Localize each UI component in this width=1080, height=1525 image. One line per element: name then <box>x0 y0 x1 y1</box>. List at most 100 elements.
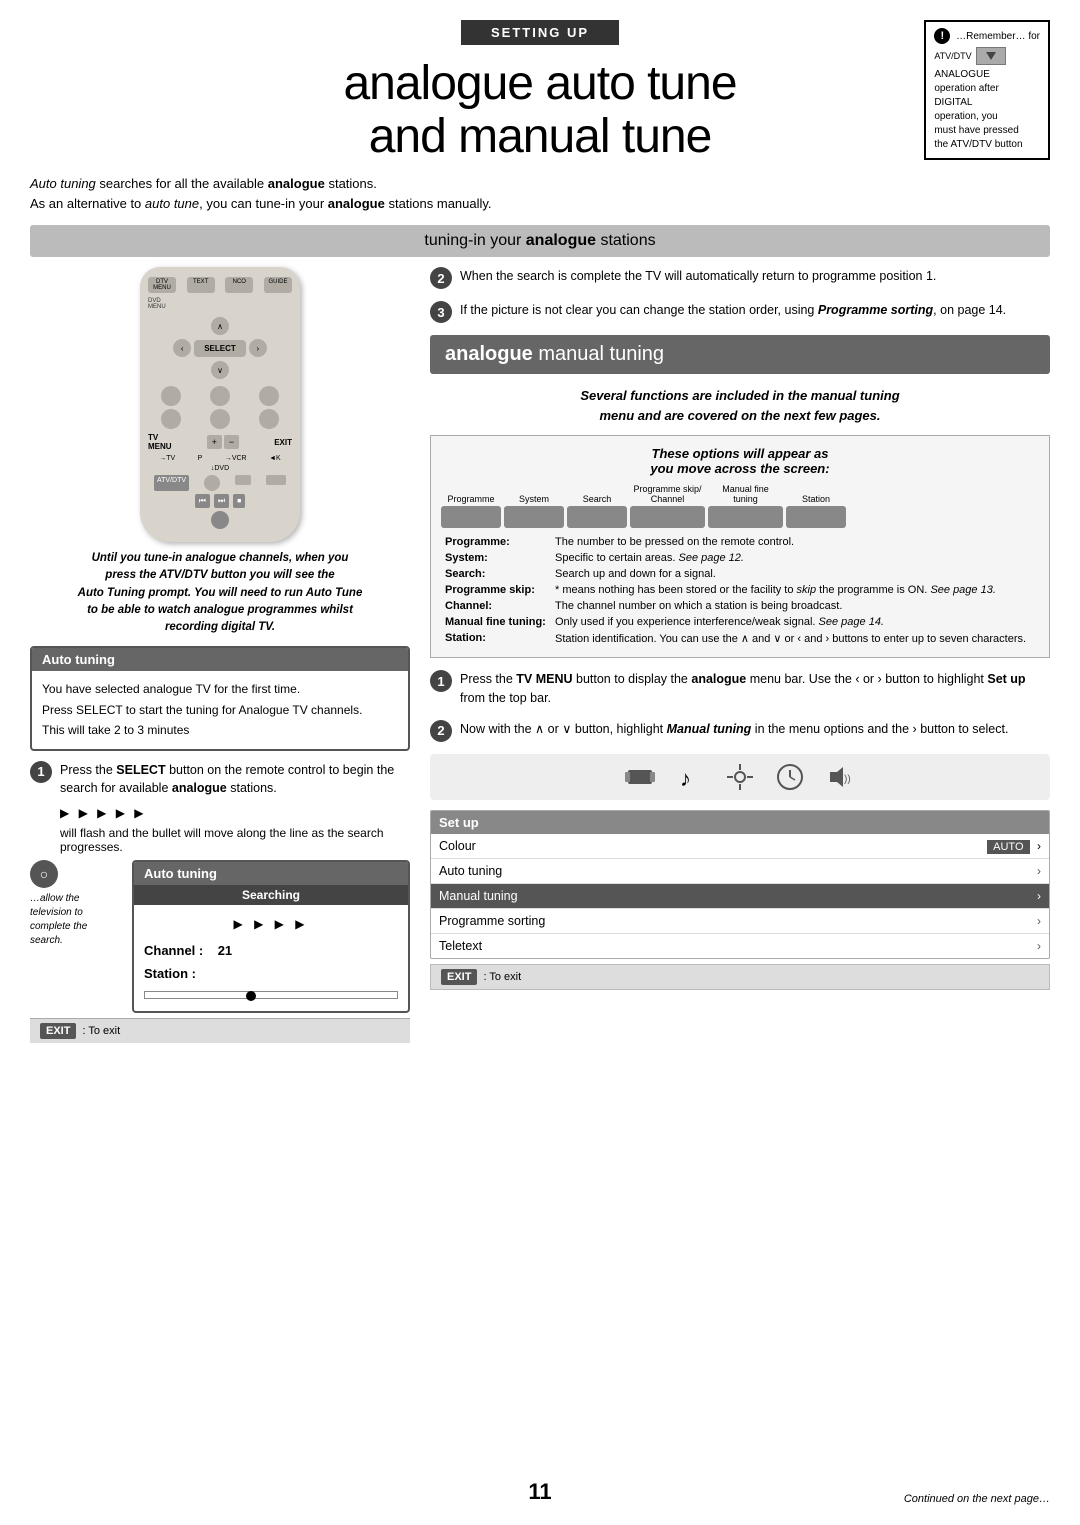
nav-down-row: ∨ <box>211 361 229 379</box>
auto-tuning-header: Auto tuning <box>32 648 408 671</box>
remote-text-btn: TEXT <box>187 277 215 293</box>
italic-line3: Auto Tuning prompt. You will need to run… <box>30 585 410 602</box>
menu-block-programme <box>441 506 501 528</box>
title-analogue: analogue auto tune <box>343 57 736 110</box>
remote-bot-btn <box>148 511 292 529</box>
table-row: Search: Search up and down for a signal. <box>441 566 1039 582</box>
searching-body: ▶ ▶ ▶ ▶ Channel : 21 Station : <box>134 905 408 1011</box>
remote-btn-3[interactable] <box>259 386 279 406</box>
station-key: Station : <box>144 966 196 981</box>
title-manual: and manual tune <box>369 110 712 163</box>
searching-outer-header: Auto tuning <box>134 862 408 885</box>
analogue-bold-label: analogue <box>445 343 533 365</box>
italic-note: Until you tune-in analogue channels, whe… <box>30 550 410 636</box>
remote-center-btn[interactable] <box>211 511 229 529</box>
opt-label-station: Station: <box>441 630 551 647</box>
opt-text-manualfine: Only used if you experience interference… <box>551 614 1039 630</box>
bullet-arrows: ▶ ▶ ▶ ▶ ▶ <box>60 806 410 820</box>
colour-value-area: AUTO › <box>987 839 1041 853</box>
select-bold: SELECT <box>116 763 165 777</box>
arrow-right-manualtuning: › <box>1037 889 1041 903</box>
table-row: Channel: The channel number on which a s… <box>441 598 1039 614</box>
searching-outer: ○ …allow the television to complete the … <box>30 860 410 1013</box>
arrow-right-colour: › <box>1037 839 1041 853</box>
autotuning-label: Auto tuning <box>439 864 502 878</box>
right-step2-row: 2 When the search is complete the TV wil… <box>430 267 1050 289</box>
remember-text: …Remember… for <box>956 31 1040 42</box>
searching-inner-header: Searching <box>134 885 408 905</box>
manual-step2-circle: 2 <box>430 720 452 742</box>
opt-label-search: Search: <box>441 566 551 582</box>
exit-text-right: : To exit <box>483 971 521 983</box>
menu-label-manualfine: Manual finetuning <box>722 484 769 504</box>
remote-btn-2[interactable] <box>210 386 230 406</box>
intro-start2: As an alternative to <box>30 196 145 211</box>
opt-text-search: Search up and down for a signal. <box>551 566 1039 582</box>
right-step3-row: 3 If the picture is not clear you can ch… <box>430 301 1050 323</box>
menu-block-station <box>786 506 846 528</box>
nav-right-arrow[interactable]: › <box>249 339 267 357</box>
auto-line2: Press SELECT to start the tuning for Ana… <box>42 700 398 720</box>
opt-text-station: Station identification. You can use the … <box>551 630 1039 647</box>
nav-down-arrow[interactable]: ∨ <box>211 361 229 379</box>
right-column: 2 When the search is complete the TV wil… <box>430 267 1050 1043</box>
remote-btn-4[interactable] <box>161 409 181 429</box>
remote-wide-btn[interactable] <box>266 475 286 485</box>
remote-fwd-btn[interactable]: ⏭ <box>214 494 229 508</box>
remote-vol-label: ◄K <box>269 455 281 462</box>
icons-row: ♪ )) <box>430 754 1050 800</box>
remote-stop-btn[interactable]: ⏹ <box>233 494 245 508</box>
exclamation-icon: ! <box>934 28 950 44</box>
progress-bullet <box>246 991 256 1001</box>
remember-box: ! …Remember… for ATV/DTV ANALOGUE operat… <box>924 20 1050 160</box>
intro-end2: stations manually. <box>385 196 492 211</box>
remote-btn-1[interactable] <box>161 386 181 406</box>
remote-round-btn[interactable] <box>204 475 220 491</box>
remote-play-btn[interactable]: ⏮ <box>195 494 210 508</box>
prog-sort-italic: Programme sorting <box>818 303 933 317</box>
nav-select-btn[interactable]: SELECT <box>194 340 246 357</box>
nav-left-arrow[interactable]: ‹ <box>173 339 191 357</box>
remote-atv-btn[interactable]: ATV/DTV <box>154 475 189 491</box>
setup-menu-progsorting[interactable]: Programme sorting › <box>431 909 1049 934</box>
menu-block-system <box>504 506 564 528</box>
exit-badge-right: EXIT <box>441 969 477 985</box>
icon-film <box>625 762 655 792</box>
remote-btn-5[interactable] <box>210 409 230 429</box>
auto-tuning-box: Auto tuning You have selected analogue T… <box>30 646 410 750</box>
manual-note-line2: menu and are covered on the next few pag… <box>430 406 1050 426</box>
menu-bar-row: Programme System Search Programme skip/C… <box>441 484 1039 528</box>
remote-rect-btn[interactable] <box>235 475 251 485</box>
setup-menu: Set up Colour AUTO › Auto tuning › Manua… <box>430 810 1050 959</box>
searching-circle: ○ <box>30 860 58 888</box>
auto-line1: You have selected analogue TV for the fi… <box>42 679 398 699</box>
menu-block-progskip <box>630 506 705 528</box>
remote-minus-btn[interactable]: − <box>224 435 239 449</box>
remote-atv-row: ATV/DTV <box>148 475 292 491</box>
opt-label-manualfine: Manual fine tuning: <box>441 614 551 630</box>
manual-step1-row: 1 Press the TV MENU button to display th… <box>430 670 1050 708</box>
remote-plus-btn[interactable]: + <box>207 435 222 449</box>
nav-up-arrow[interactable]: ∧ <box>211 317 229 335</box>
remote-nco-btn: NCO <box>225 277 253 293</box>
setup-menu-autotuning[interactable]: Auto tuning › <box>431 859 1049 884</box>
tuning-banner: tuning-in your analogue stations <box>30 225 1050 257</box>
manual-tuning-label: manual tuning <box>538 343 664 365</box>
setup-menu-colour[interactable]: Colour AUTO › <box>431 834 1049 859</box>
page-number: 11 <box>528 1479 551 1505</box>
manual-note-line1: Several functions are included in the ma… <box>430 386 1050 406</box>
remote-dvd-label2: ↓DVD <box>211 465 229 472</box>
intro-italic: Auto tuning <box>30 176 96 191</box>
remote-exit-label: EXIT <box>274 438 292 447</box>
progsorting-label: Programme sorting <box>439 914 545 928</box>
searching-box: Auto tuning Searching ▶ ▶ ▶ ▶ Channel : … <box>132 860 410 1013</box>
remote-dtv-btn: DTVMENU <box>148 277 176 293</box>
manual-step1-text: Press the TV MENU button to display the … <box>460 670 1050 708</box>
setup-menu-manualtuning[interactable]: Manual tuning › <box>431 884 1049 909</box>
setup-menu-teletext[interactable]: Teletext › <box>431 934 1049 958</box>
triangle-icon <box>986 52 996 60</box>
remote-btn-6[interactable] <box>259 409 279 429</box>
menu-item-manualfine: Manual finetuning <box>708 484 783 528</box>
manualtuning-label: Manual tuning <box>439 889 518 903</box>
remote-wrapper: DTVMENU TEXT NCO GUIDE DVDMENU ∧ ‹ SELEC… <box>30 267 410 542</box>
